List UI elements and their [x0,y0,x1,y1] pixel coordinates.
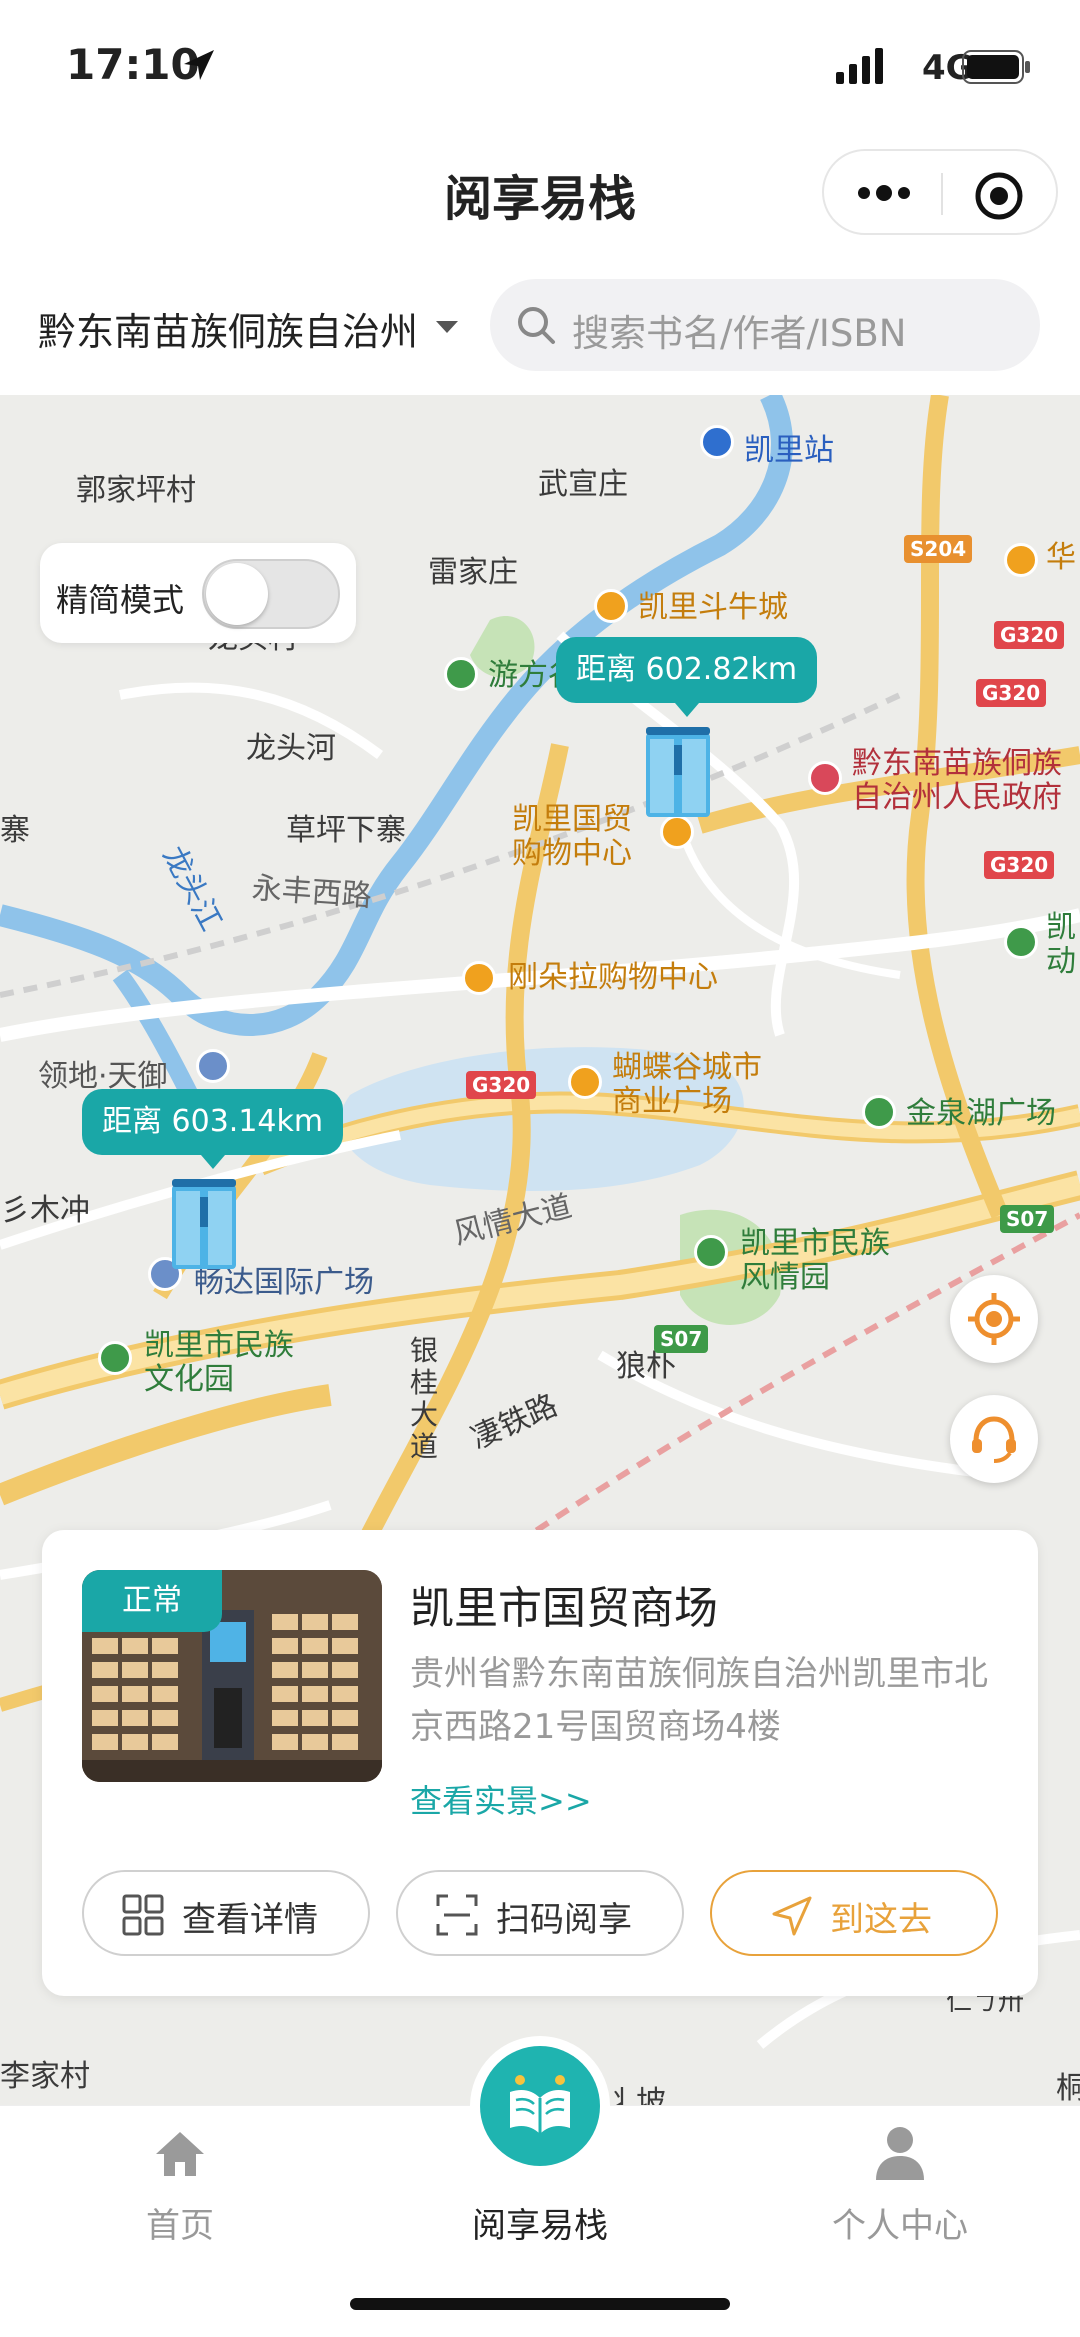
simple-mode-panel: 精简模式 [40,543,356,643]
view-detail-label: 查看详情 [182,1900,318,1940]
crosshair-icon [968,1293,1020,1345]
open-book-icon [510,2075,570,2134]
map-label: 丬坡 [606,2085,666,2105]
simple-mode-label: 精简模式 [56,581,185,619]
poi-icon [462,961,496,995]
search-icon [518,307,555,344]
search-input[interactable]: 搜索书名/作者/ISBN [490,279,1040,371]
simple-mode-toggle[interactable] [202,559,340,629]
map-poi: 凯里市民族 风情园 [740,1226,890,1295]
road-shield: G320 [984,851,1055,879]
headset-icon [972,1416,1016,1463]
road-shield: G320 [976,679,1047,707]
toggle-knob [206,563,268,625]
map-label: 李家村 [0,2059,90,2094]
map-label: 郭家坪村 [76,473,196,508]
bookstore-address: 贵州省黔东南苗族侗族自治州凯里市北京西路21号国贸商场4楼 [410,1654,988,1747]
nav-bar: 阅享易栈 [0,135,1080,255]
center-book-button[interactable] [470,2036,610,2176]
tab-bookstore-label: 阅享易栈 [472,2206,608,2246]
navigate-button[interactable]: 到这去 [710,1870,998,1956]
tab-home-label: 首页 [146,2206,214,2246]
road-shield: S07 [654,1325,709,1353]
map-poi: 金泉湖广场 [906,1096,1056,1131]
scenic-icon [98,1341,132,1375]
center-book-circle [480,2046,600,2166]
map-poi: 刚朵拉购物中心 [508,960,718,995]
map-poi: 凯里站 [744,433,834,468]
map-label: 草坪下寨 [286,813,406,848]
status-bar: 17:10 4G [0,0,1080,135]
tab-bar: 首页 阅享易栈 个人中心 [0,2036,1080,2337]
customer-service-button[interactable] [950,1395,1038,1483]
navigate-label: 到这去 [830,1900,932,1940]
tab-profile[interactable]: 个人中心 [770,2106,1030,2286]
map-poi: 凯里斗牛城 [638,590,788,625]
poi-icon [1004,925,1038,959]
map-poi: 蝴蝶谷城市 商业广场 [612,1050,762,1119]
more-icon[interactable] [856,181,912,205]
signal-icon [836,48,883,84]
search-placeholder: 搜索书名/作者/ISBN [572,312,907,355]
location-arrow-icon [184,50,214,80]
navigation-arrow-icon [772,1896,812,1936]
tab-profile-label: 个人中心 [832,2206,968,2246]
map-poi: 凯 动 [1046,910,1076,979]
tab-home[interactable]: 首页 [50,2106,310,2286]
map-label: 龙头河 [246,731,336,766]
grid-icon [122,1894,164,1936]
scan-read-button[interactable]: 扫码阅享 [396,1870,684,1956]
person-icon [876,2127,924,2180]
scan-icon [436,1894,478,1936]
home-icon [156,2132,204,2176]
road-shield: S204 [904,535,973,563]
chevron-down-icon[interactable] [436,321,458,333]
home-indicator [350,2298,730,2310]
miniprogram-capsule [822,149,1058,235]
scenic-icon [694,1235,728,1269]
bookstore-name: 凯里市国贸商场 [410,1583,718,1634]
road-shield: G320 [994,621,1065,649]
view-detail-button[interactable]: 查看详情 [82,1870,370,1956]
bookstore-photo: 正常 [82,1570,382,1782]
close-miniprogram-icon[interactable] [974,171,1024,221]
map-label: 雷家庄 [428,555,518,590]
map-label: 寨 [0,813,30,848]
scan-read-label: 扫码阅享 [496,1900,632,1940]
poi-icon [1004,543,1038,577]
map-poi: 凯里市民族 文化园 [144,1328,294,1397]
park-icon [862,1095,896,1129]
poi-icon [594,589,628,623]
bookstore-card[interactable]: 正常 凯里市国贸商场 贵州省黔东南苗族侗族自治州凯里市北京西路21号国贸商场4楼… [42,1530,1038,1996]
distance-bubble[interactable]: 距离 602.82km [556,637,818,717]
map-label: 银 桂 大 道 [410,1334,439,1463]
view-realscene-link[interactable]: 查看实景>> [410,1776,592,1822]
poi-icon [568,1065,602,1099]
bookcase-marker-icon[interactable] [166,1177,242,1273]
region-selector[interactable]: 黔东南苗族侗族自治州 [38,301,418,356]
battery-icon [962,50,1030,84]
locate-me-button[interactable] [950,1275,1038,1363]
government-icon [808,761,842,795]
capsule-divider [941,173,943,215]
park-icon [444,657,478,691]
road-shield: S07 [1000,1205,1055,1233]
train-station-icon [700,425,734,459]
bookcase-marker-icon[interactable] [640,725,716,821]
map-poi: 凯里国贸 购物中心 [512,802,632,871]
map-label: 彡木冲 [0,1193,90,1228]
poi-icon [196,1049,230,1083]
distance-bubble[interactable]: 距离 603.14km [82,1089,344,1169]
search-row: 黔东南苗族侗族自治州 搜索书名/作者/ISBN [0,255,1080,395]
map-label: 永丰西路 [250,870,373,915]
map-poi: 华 [1046,540,1076,575]
map-label: 桐 [1056,2071,1080,2105]
road-shield: G320 [466,1071,537,1099]
map-label: 武宣庄 [538,467,628,502]
map-poi: 黔东南苗族侗族 自治州人民政府 [852,746,1062,815]
status-badge: 正常 [82,1570,222,1632]
